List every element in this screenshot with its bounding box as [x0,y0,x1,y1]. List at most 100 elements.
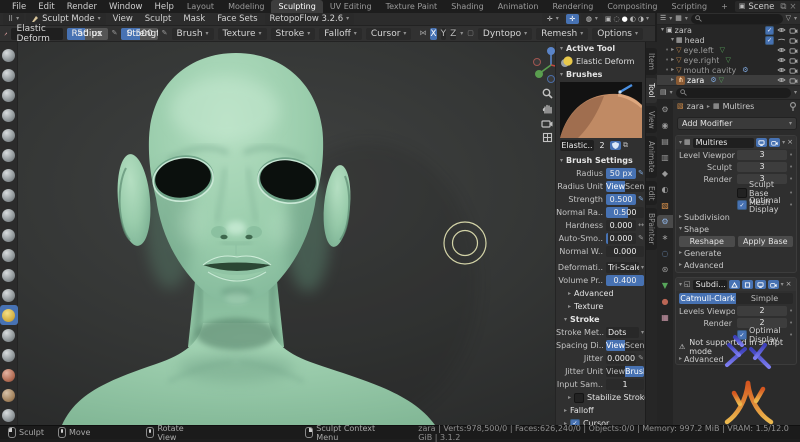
outliner-row-eye-left[interactable]: •▸▽ eye.left ▽ [657,45,800,55]
auto-smooth-pressure-icon[interactable]: ✎ [638,235,644,242]
tab-object-data[interactable]: ▼ [658,279,672,292]
tool-pinch[interactable] [0,265,18,285]
outliner-filter-icon[interactable]: ▽ [786,15,791,22]
stroke-section-header[interactable]: ▾Stroke [556,313,646,326]
menu-file[interactable]: File [6,2,32,12]
pan-view-icon[interactable] [542,103,553,114]
stroke-method-dropdown[interactable]: Dots [606,327,639,338]
tool-pose[interactable] [0,365,18,385]
hardness-slider[interactable]: 0.000 [606,220,636,231]
volume-preservation-slider[interactable]: 0.400 [606,275,644,286]
menu-sculpt[interactable]: Sculpt [140,14,177,24]
shading-solid-icon[interactable]: ● [622,16,628,23]
sidebar-tab-view[interactable]: View [646,106,657,134]
collapse-icon[interactable]: ▾ [679,282,682,288]
hardness-invert-icon[interactable]: ↔ [638,222,644,229]
tab-physics[interactable]: ◌ [658,247,672,260]
workspace-tab-texture-paint[interactable]: Texture Paint [379,0,445,13]
tool-grab[interactable] [0,285,18,305]
tool-draw-sharp[interactable] [0,65,18,85]
strength-pressure-icon[interactable]: ✎ [638,196,644,203]
hide-eye-icon[interactable] [777,77,786,83]
texture-menu[interactable]: Texture▾ [218,28,267,40]
jitter-pressure-icon[interactable]: ✎ [638,355,644,362]
outliner-row-collection[interactable]: ▾▣ zara ✓ [657,25,800,35]
input-samples-field[interactable]: 1 [606,379,644,390]
sidebar-radius-slider[interactable]: 50 px [606,168,636,179]
modifier-name-field[interactable]: Multires [693,138,754,148]
active-tool-section-header[interactable]: ▾Active Tool [556,42,646,55]
sculpt-base-mesh-checkbox[interactable] [737,188,747,198]
workspace-tab-uv-editing[interactable]: UV Editing [323,0,379,13]
workspace-tab-shading[interactable]: Shading [444,0,491,13]
perspective-toggle-icon[interactable] [542,132,553,143]
transform-orientation-button[interactable]: ✛▾ [542,13,564,25]
normal-radius-slider[interactable]: 0.500 [606,207,644,218]
extras-dropdown-icon[interactable]: ▾ [781,282,784,288]
reshape-button[interactable]: Reshape [679,236,735,247]
shape-subpanel[interactable]: ▾Shape [676,223,796,235]
properties-editor-type-icon[interactable]: ▤ [660,89,667,96]
outliner-row-eye-right[interactable]: •▸▽ eye.right ▽ [657,55,800,65]
menu-window[interactable]: Window [103,2,149,12]
workspace-tab-compositing[interactable]: Compositing [600,0,664,13]
brush-menu[interactable]: Brush▾ [172,28,214,40]
tab-constraints[interactable]: ⊛ [658,263,672,276]
overlays-button[interactable]: ◍▾ [581,13,603,25]
new-brush-icon[interactable]: ⧉ [623,142,628,149]
strength-pressure-icon[interactable]: ✎ [162,30,168,37]
symmetry-x-toggle[interactable]: X [430,28,436,40]
show-render-icon[interactable] [768,280,779,289]
breadcrumb-modifier[interactable]: Multires [723,102,755,111]
radius-slider[interactable]: Radius 50 px [67,28,108,40]
workspace-tab-layout[interactable]: Layout [180,0,221,13]
tool-snake-hook[interactable] [0,325,18,345]
sculpt-level-field[interactable]: 3 [737,162,787,172]
collapse-icon[interactable]: ▾ [679,140,682,146]
pin-icon[interactable] [789,102,797,111]
jitter-unit-segmented[interactable]: ViewBrush [606,366,644,377]
scene-selector[interactable]: ▣ Scene ⧉ × [735,1,800,12]
zoom-view-icon[interactable] [542,88,553,99]
symmetry-y-toggle[interactable]: Y [441,28,447,40]
render-camera-icon[interactable] [789,47,798,54]
new-scene-icon[interactable]: ⧉ [780,2,786,12]
shading-material-icon[interactable]: ◐ [630,16,636,23]
shading-rendered-icon[interactable]: ◑ [638,16,644,23]
dyntopo-menu[interactable]: Dyntopo▾ [478,28,532,40]
menu-edit[interactable]: Edit [32,2,60,12]
menu-help[interactable]: Help [148,2,179,12]
shading-wireframe-icon[interactable]: ◌ [614,16,620,23]
texture-section-header[interactable]: ▸Texture [556,300,646,313]
outliner-row-mouth-cavity[interactable]: •▸▽ mouth cavity ⚙ [657,65,800,75]
outliner-editor-type-icon[interactable]: ☰ [660,15,666,22]
subdivision-type-segmented[interactable]: Catmull-Clark Simple [679,293,793,304]
tool-flatten[interactable] [0,225,18,245]
workspace-tab-sculpting[interactable]: Sculpting [271,0,322,13]
camera-view-icon[interactable] [541,118,553,128]
head-checkbox[interactable]: ✓ [765,36,774,45]
advanced-section-header[interactable]: ▸Advanced [556,287,646,300]
remesh-menu[interactable]: Remesh▾ [536,28,588,40]
close-icon[interactable]: × [786,281,792,288]
render-camera-icon[interactable] [789,27,798,34]
normal-weight-field[interactable]: 0.000 [606,246,644,257]
workspace-tab-animation[interactable]: Animation [491,0,546,13]
outliner-display-mode-icon[interactable]: ▦ [675,15,682,22]
render-camera-icon[interactable] [789,67,798,74]
tab-view-layer[interactable]: ▥ [658,151,672,164]
tool-draw[interactable] [0,45,18,65]
hide-eye-icon[interactable] [777,47,786,53]
sidebar-tab-tool[interactable]: Tool [646,78,657,103]
symmetry-z-toggle[interactable]: Z [450,28,456,40]
add-workspace-button[interactable]: + [714,0,735,13]
add-modifier-dropdown[interactable]: Add Modifier▾ [677,117,797,130]
brush-settings-section-header[interactable]: ▾Brush Settings [556,154,646,167]
sidebar-tab-animate[interactable]: Animate [646,136,657,177]
breadcrumb-object[interactable]: zara [687,102,704,111]
tool-smooth[interactable] [0,205,18,225]
menu-face-sets[interactable]: Face Sets [212,14,262,24]
menu-mask[interactable]: Mask [178,14,210,24]
tab-material[interactable]: ● [658,295,672,308]
modifier-name-field[interactable]: Subdi... [693,280,727,290]
